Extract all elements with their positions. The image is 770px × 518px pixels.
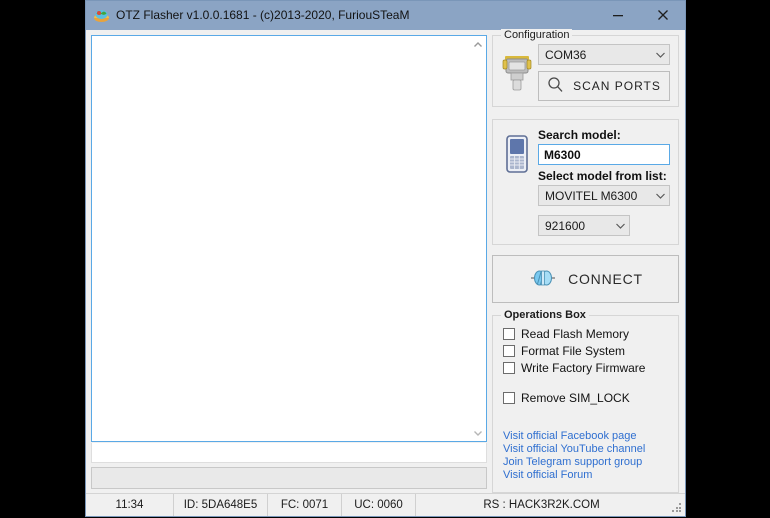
status-uc: UC: 0060 [342, 494, 416, 516]
search-model-label: Search model: [538, 128, 621, 142]
chevron-down-icon[interactable] [611, 222, 629, 230]
checkbox-box[interactable] [503, 344, 515, 357]
title-bar[interactable]: OTZ Flasher v1.0.0.1681 - (c)2013-2020, … [86, 1, 685, 30]
scrollbar-track[interactable] [470, 53, 486, 424]
app-window: OTZ Flasher v1.0.0.1681 - (c)2013-2020, … [85, 0, 686, 517]
mobile-phone-icon [499, 133, 535, 177]
app-logo-icon [93, 7, 110, 24]
links-list: Visit official Facebook page Visit offic… [503, 430, 670, 486]
com-port-select[interactable]: COM36 [538, 44, 670, 65]
resize-grip[interactable] [672, 503, 682, 513]
checkbox-label: Remove SIM_LOCK [521, 390, 630, 405]
model-group: Search model: M6300 Select model from li… [492, 119, 679, 245]
com-port-value: COM36 [545, 47, 587, 62]
link-telegram[interactable]: Join Telegram support group [503, 456, 670, 469]
checkbox-label: Read Flash Memory [521, 326, 630, 341]
close-button[interactable] [640, 1, 685, 29]
configuration-fields: COM36 SCAN PORTS [538, 44, 670, 101]
log-output-panel[interactable] [91, 35, 487, 442]
checkbox-format-file-system[interactable]: Format File System [503, 343, 670, 358]
link-youtube[interactable]: Visit official YouTube channel [503, 443, 670, 456]
scan-ports-label: SCAN PORTS [573, 79, 661, 93]
connect-button[interactable]: CONNECT [492, 255, 679, 303]
left-column [91, 35, 487, 493]
status-fc: FC: 0071 [268, 494, 342, 516]
link-facebook[interactable]: Visit official Facebook page [503, 430, 670, 443]
chevron-down-icon[interactable] [651, 51, 669, 59]
status-time: 11:34 [86, 494, 174, 516]
configuration-group: Configuration COM36 SCAN PORTS [492, 29, 679, 107]
scroll-up-icon[interactable] [470, 36, 486, 53]
right-column: Configuration COM36 SCAN PORTS Search mo… [492, 29, 679, 493]
operations-group-title: Operations Box [501, 309, 589, 321]
minimize-button[interactable] [595, 1, 640, 29]
checkbox-box[interactable] [503, 361, 515, 374]
progress-bar [91, 467, 487, 489]
checkbox-label: Write Factory Firmware [521, 360, 646, 375]
log-scrollbar[interactable] [469, 36, 486, 441]
status-bar: 11:34 ID: 5DA648E5 FC: 0071 UC: 0060 RS … [86, 493, 685, 516]
link-forum[interactable]: Visit official Forum [503, 469, 670, 482]
scroll-down-icon[interactable] [470, 424, 486, 441]
baudrate-select[interactable]: 921600 [538, 215, 630, 236]
model-list-select[interactable]: MOVITEL M6300 [538, 185, 670, 206]
magnifier-icon [547, 76, 564, 96]
checkbox-read-flash-memory[interactable]: Read Flash Memory [503, 326, 670, 341]
cable-plug-icon [528, 265, 558, 294]
serial-port-icon [499, 50, 535, 94]
window-controls [595, 1, 685, 29]
operations-group: Operations Box Read Flash Memory Format … [492, 309, 679, 493]
model-list-value: MOVITEL M6300 [545, 188, 638, 203]
window-title: OTZ Flasher v1.0.0.1681 - (c)2013-2020, … [116, 8, 410, 22]
checkbox-box[interactable] [503, 391, 515, 404]
model-fields: Search model: M6300 Select model from li… [538, 128, 670, 236]
status-id: ID: 5DA648E5 [174, 494, 268, 516]
body-row: Configuration COM36 SCAN PORTS Search mo… [86, 29, 685, 493]
baudrate-value: 921600 [545, 218, 586, 233]
configuration-group-title: Configuration [501, 29, 573, 41]
scan-ports-button[interactable]: SCAN PORTS [538, 71, 670, 101]
search-model-input[interactable]: M6300 [538, 144, 670, 165]
chevron-down-icon[interactable] [651, 192, 669, 200]
client-area: Configuration COM36 SCAN PORTS Search mo… [86, 29, 685, 516]
checkbox-remove-sim-lock[interactable]: Remove SIM_LOCK [503, 390, 670, 405]
secondary-output-panel [91, 443, 487, 463]
log-output-text [92, 36, 469, 441]
checkbox-label: Format File System [521, 343, 626, 358]
status-rs: RS : HACK3R2K.COM [483, 499, 600, 511]
connect-label: CONNECT [568, 271, 643, 287]
search-model-value: M6300 [544, 147, 581, 162]
checkbox-box[interactable] [503, 327, 515, 340]
select-model-label: Select model from list: [538, 169, 667, 183]
screen: OTZ Flasher v1.0.0.1681 - (c)2013-2020, … [0, 0, 770, 518]
checkbox-write-factory-firmware[interactable]: Write Factory Firmware [503, 360, 670, 375]
